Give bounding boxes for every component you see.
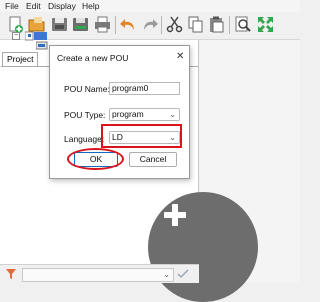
fullscreen-icon[interactable] — [256, 15, 275, 34]
chevron-down-icon: ⌄ — [169, 110, 176, 119]
copy-icon[interactable] — [186, 15, 205, 34]
menu-bar: File Edit Display Help — [0, 0, 300, 12]
undo-icon[interactable] — [119, 15, 138, 34]
menu-display[interactable]: Display — [48, 1, 76, 11]
menu-file[interactable]: File — [5, 1, 19, 11]
tree-expander-icon[interactable]: − — [12, 32, 20, 40]
bottom-bar: ⌄ — [0, 264, 199, 283]
language-label: Language: — [64, 134, 105, 144]
pou-type-select[interactable]: program ⌄ — [109, 108, 180, 121]
menu-edit[interactable]: Edit — [26, 1, 41, 11]
toolbar-separator — [161, 16, 162, 34]
bottom-combo[interactable]: ⌄ — [22, 268, 174, 282]
paste-icon[interactable] — [207, 15, 226, 34]
zoom-icon[interactable] — [234, 15, 253, 34]
save-as-icon[interactable] — [71, 15, 90, 34]
pou-type-label: POU Type: — [64, 110, 106, 120]
dialog-title: Create a new POU — [57, 53, 129, 63]
save-icon[interactable] — [50, 15, 69, 34]
chevron-down-icon: ⌄ — [163, 270, 170, 279]
pou-name-label: POU Name: — [64, 84, 110, 94]
cancel-button[interactable]: Cancel — [129, 152, 177, 167]
redo-icon[interactable] — [140, 15, 159, 34]
toolbar-separator — [229, 16, 230, 34]
close-icon[interactable]: ✕ — [176, 52, 184, 62]
tab-project[interactable]: Project — [2, 52, 38, 66]
pou-name-field[interactable]: program0 — [109, 82, 180, 95]
ok-highlight-ring — [67, 148, 124, 170]
pou-type-value: program — [112, 109, 144, 119]
menu-help[interactable]: Help — [82, 1, 99, 11]
filter-icon[interactable] — [5, 268, 17, 282]
toolbar-separator — [115, 16, 116, 34]
print-icon[interactable] — [93, 15, 112, 34]
cut-icon[interactable] — [165, 15, 184, 34]
plus-icon — [164, 204, 186, 226]
confirm-icon[interactable] — [177, 269, 189, 281]
resource-node-icon[interactable] — [35, 41, 48, 53]
language-highlight-box — [101, 124, 182, 148]
